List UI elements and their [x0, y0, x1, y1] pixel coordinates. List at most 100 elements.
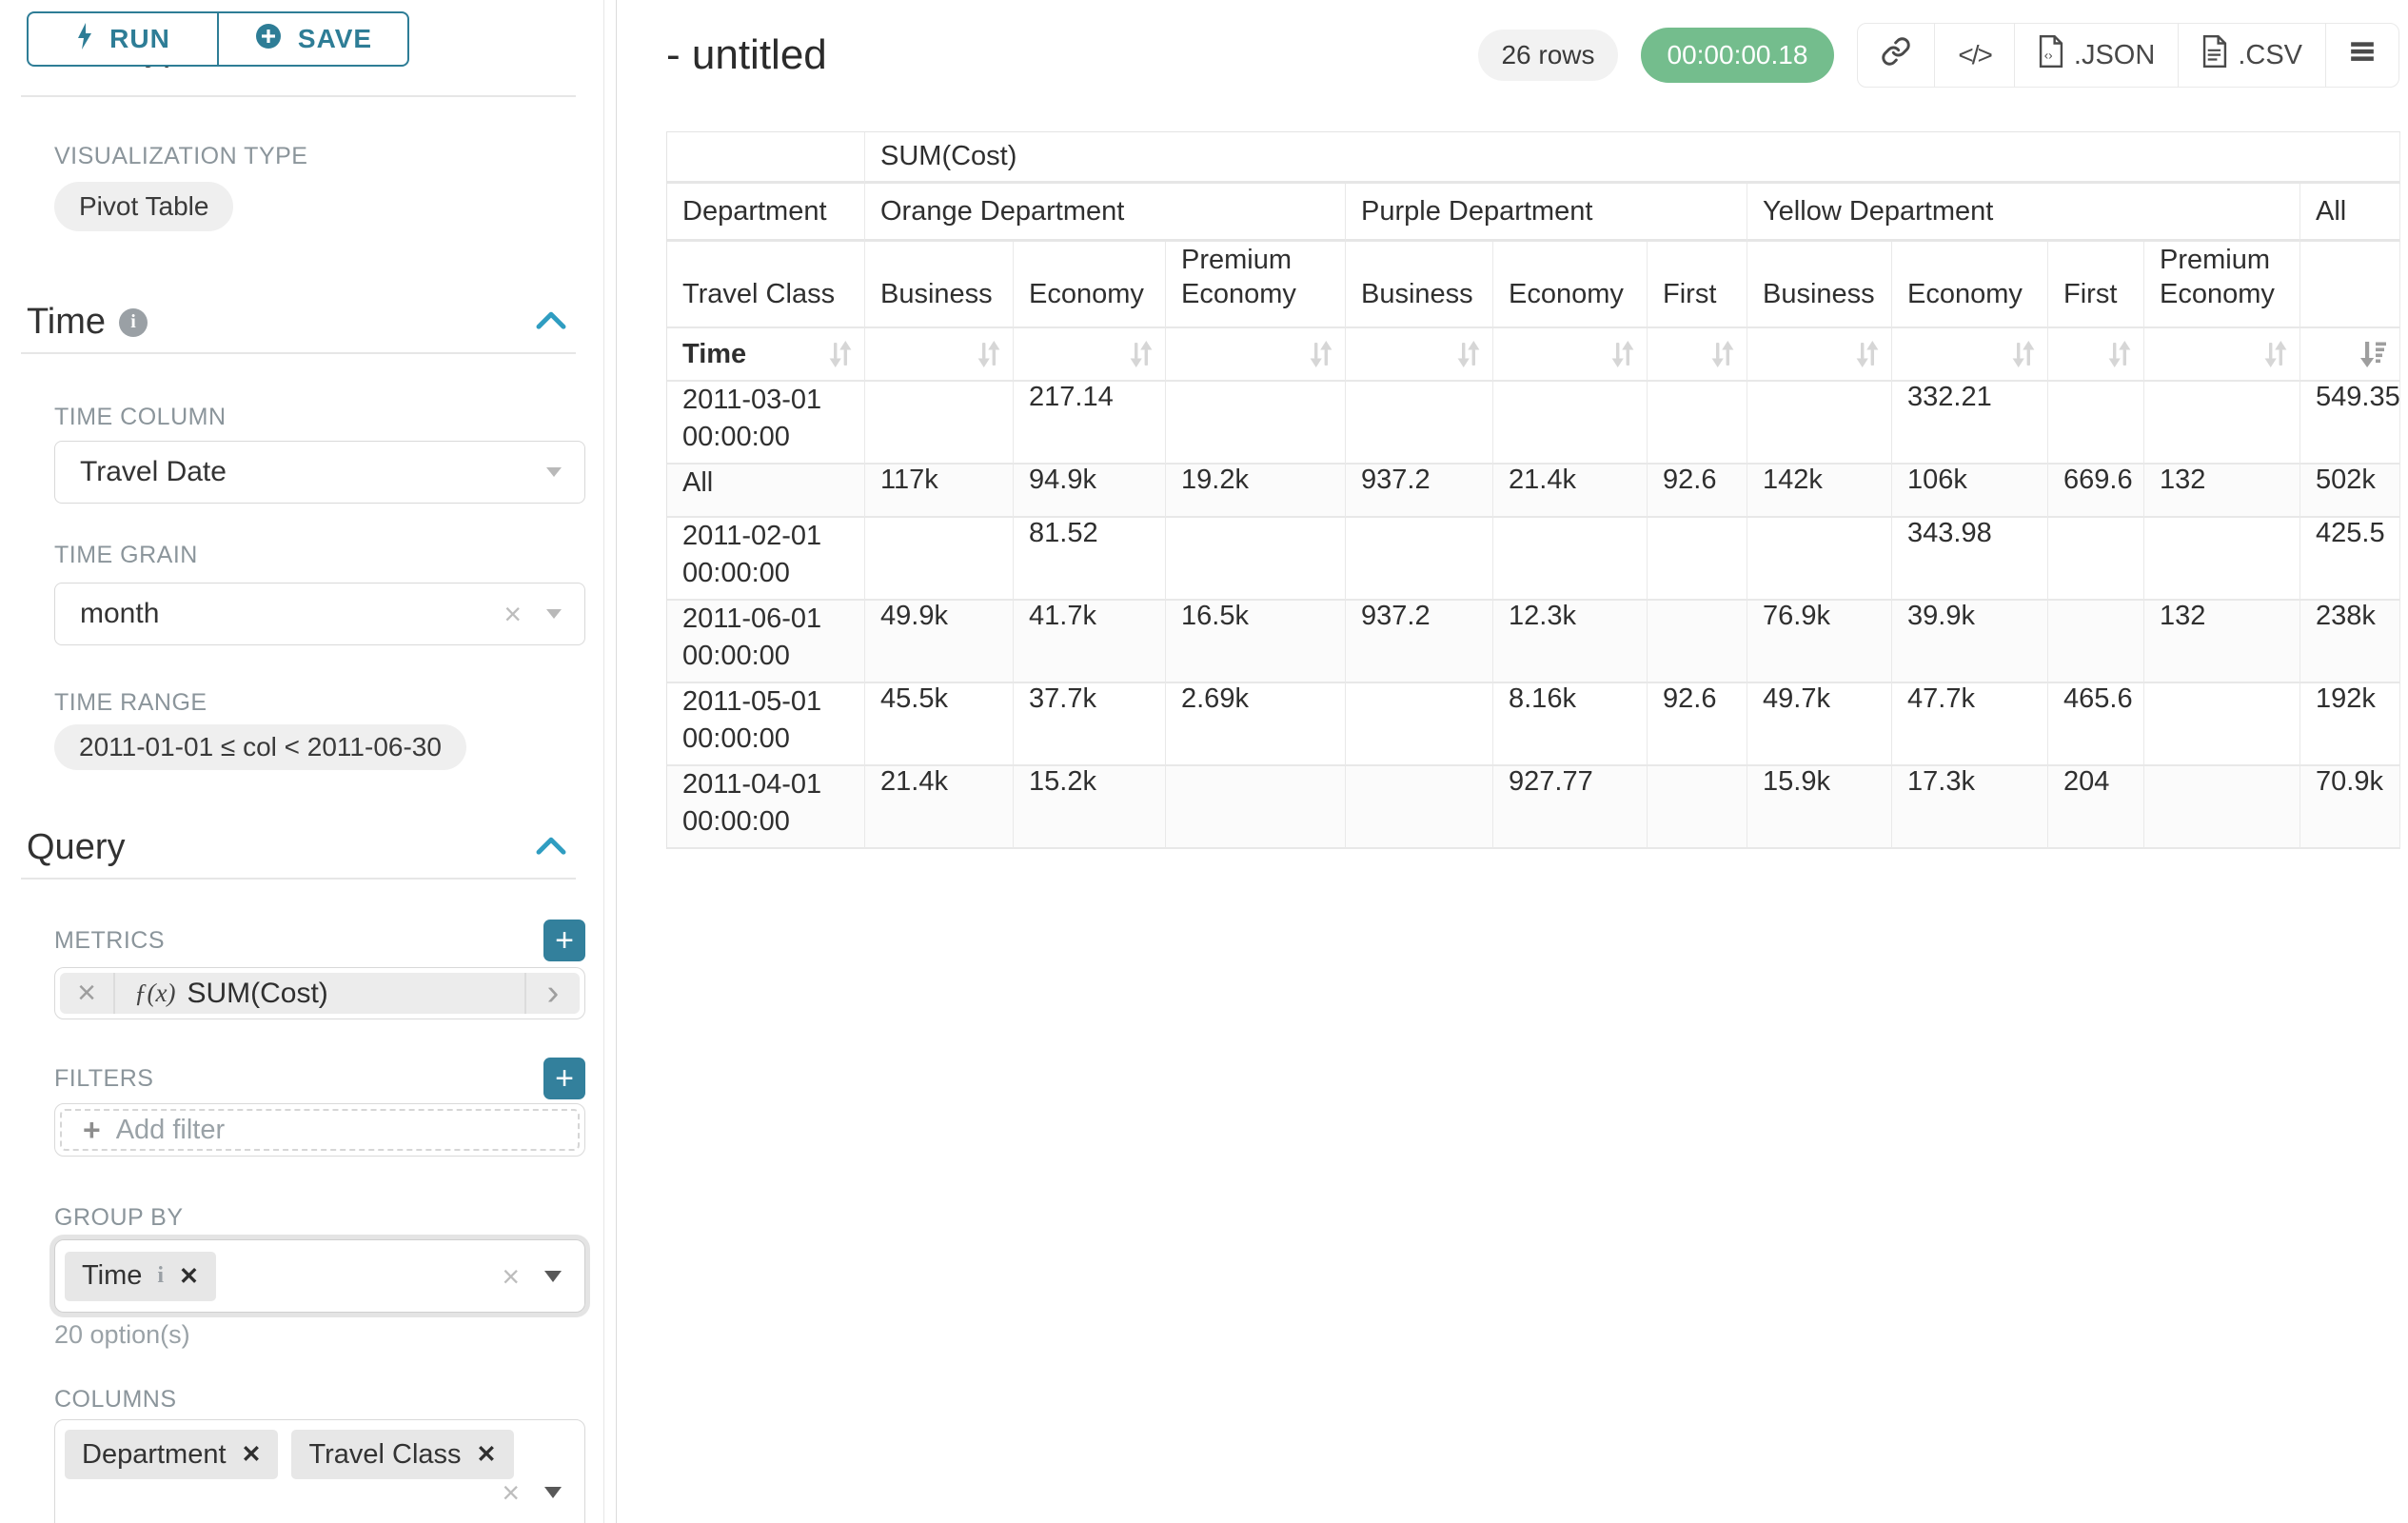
- pivot-row: All117k94.9k19.2k937.221.4k92.6142k106k6…: [667, 465, 2400, 518]
- remove-tag-icon[interactable]: ✕: [477, 1440, 497, 1469]
- sort-header[interactable]: [865, 328, 1014, 382]
- export-csv-button[interactable]: .CSV: [2178, 24, 2325, 87]
- svg-text:‹›: ‹›: [2044, 49, 2053, 63]
- run-button[interactable]: RUN: [27, 11, 218, 67]
- time-column-label: TIME COLUMN: [54, 404, 585, 431]
- pivot-cell: 21.4k: [865, 766, 1014, 849]
- sort-header[interactable]: [1747, 328, 1892, 382]
- time-grain-select[interactable]: month ×: [54, 583, 585, 645]
- sort-header[interactable]: [2144, 328, 2300, 382]
- more-options-button[interactable]: [2325, 24, 2398, 87]
- section-divider: [21, 878, 576, 880]
- sort-desc-header[interactable]: [2300, 328, 2400, 382]
- pivot-row-label: 2011-02-01 00:00:00: [667, 518, 865, 601]
- filters-label: FILTERS: [54, 1065, 153, 1093]
- export-button-group: </> ‹› .JSON .CSV: [1857, 23, 2399, 88]
- department-group-header: Yellow Department: [1747, 184, 2300, 242]
- info-icon: i: [119, 308, 148, 337]
- code-icon: </>: [1958, 40, 1990, 70]
- pivot-cell: 142k: [1747, 465, 1892, 518]
- metric-option[interactable]: × ƒ(x) SUM(Cost) ›: [60, 973, 580, 1014]
- pivot-cell: 92.6: [1648, 683, 1747, 766]
- filters-control: + Add filter: [54, 1103, 585, 1157]
- pivot-row-label: 2011-03-01 00:00:00: [667, 382, 865, 465]
- row-dimension-sort-header[interactable]: Time: [667, 328, 865, 382]
- metric-header-cell: SUM(Cost): [865, 132, 2400, 184]
- sort-header[interactable]: [1648, 328, 1747, 382]
- travel-class-dimension-label: Travel Class: [667, 242, 865, 328]
- pivot-cell: 49.7k: [1747, 683, 1892, 766]
- sort-header[interactable]: [1014, 328, 1166, 382]
- pivot-cell: 8.16k: [1493, 683, 1648, 766]
- superset-explore-view: Chart Type RUN SAVE: [0, 0, 2408, 1523]
- chart-title[interactable]: - untitled: [666, 31, 827, 79]
- travel-class-header: Premium Economy: [1166, 242, 1346, 328]
- pivot-row-label: 2011-05-01 00:00:00: [667, 683, 865, 766]
- chart-panel: - untitled 26 rows 00:00:00.18 </>: [618, 0, 2408, 1523]
- pivot-row-label: 2011-06-01 00:00:00: [667, 601, 865, 683]
- travel-class-header: Business: [865, 242, 1014, 328]
- columns-label: COLUMNS: [54, 1386, 585, 1414]
- remove-tag-icon[interactable]: ✕: [242, 1440, 262, 1469]
- add-filter-button[interactable]: +: [543, 1058, 585, 1099]
- menu-icon: [2349, 38, 2376, 72]
- travel-class-header: First: [1648, 242, 1747, 328]
- travel-class-header: Economy: [1014, 242, 1166, 328]
- pivot-cell: 465.6: [2048, 683, 2144, 766]
- department-dimension-label: Department: [667, 184, 865, 242]
- group-by-tag: Time i ✕: [65, 1252, 216, 1301]
- pivot-cell: 81.52: [1014, 518, 1166, 601]
- chevron-up-icon[interactable]: [534, 307, 568, 337]
- department-group-header: All: [2300, 184, 2400, 242]
- metric-name: SUM(Cost): [187, 978, 327, 1010]
- pivot-cell: 70.9k: [2300, 766, 2400, 849]
- sort-header[interactable]: [1166, 328, 1346, 382]
- share-link-button[interactable]: [1858, 24, 1934, 87]
- chevron-right-icon[interactable]: ›: [524, 973, 580, 1014]
- sort-header[interactable]: [1493, 328, 1648, 382]
- metrics-control: × ƒ(x) SUM(Cost) ›: [54, 967, 585, 1019]
- pivot-row: 2011-03-01 00:00:00217.14332.21549.35: [667, 382, 2400, 465]
- pivot-cell: [1648, 382, 1747, 465]
- time-column-select[interactable]: Travel Date: [54, 441, 585, 504]
- pivot-cell: [1648, 518, 1747, 601]
- remove-tag-icon[interactable]: ✕: [179, 1262, 199, 1291]
- group-by-select[interactable]: Time i ✕ ×: [54, 1239, 585, 1313]
- pivot-cell: 76.9k: [1747, 601, 1892, 683]
- pivot-cell: [2048, 382, 2144, 465]
- remove-metric-icon[interactable]: ×: [60, 973, 115, 1014]
- clear-icon[interactable]: ×: [502, 1261, 520, 1292]
- columns-select[interactable]: Department ✕ Travel Class ✕ ×: [54, 1419, 585, 1523]
- pivot-cell: [1648, 766, 1747, 849]
- sort-header[interactable]: [1892, 328, 2048, 382]
- pivot-cell: 21.4k: [1493, 465, 1648, 518]
- viz-type-pill[interactable]: Pivot Table: [54, 182, 233, 231]
- time-range-pill[interactable]: 2011-01-01 ≤ col < 2011-06-30: [54, 724, 466, 770]
- save-button[interactable]: SAVE: [218, 11, 409, 67]
- pivot-cell: [2144, 518, 2300, 601]
- export-json-button[interactable]: ‹› .JSON: [2014, 24, 2178, 87]
- pivot-cell: 502k: [2300, 465, 2400, 518]
- pivot-row-label: 2011-04-01 00:00:00: [667, 766, 865, 849]
- add-filter-dropzone[interactable]: + Add filter: [60, 1109, 580, 1151]
- row-count-badge: 26 rows: [1478, 30, 1617, 81]
- clear-icon[interactable]: ×: [503, 599, 522, 629]
- sort-header[interactable]: [2048, 328, 2144, 382]
- pivot-cell: [1648, 601, 1747, 683]
- pivot-row: 2011-05-01 00:00:0045.5k37.7k2.69k8.16k9…: [667, 683, 2400, 766]
- pivot-cell: 49.9k: [865, 601, 1014, 683]
- chevron-up-icon[interactable]: [534, 833, 568, 862]
- sidebar-scrollbar[interactable]: [603, 0, 616, 1523]
- pivot-cell: [1747, 518, 1892, 601]
- pivot-cell: 343.98: [1892, 518, 2048, 601]
- add-metric-button[interactable]: +: [543, 920, 585, 961]
- caret-down-icon: [546, 609, 562, 619]
- clear-icon[interactable]: ×: [502, 1477, 520, 1508]
- caret-down-icon: [544, 1271, 562, 1282]
- embed-code-button[interactable]: </>: [1934, 24, 2013, 87]
- sort-header[interactable]: [1346, 328, 1493, 382]
- pivot-cell: 2.69k: [1166, 683, 1346, 766]
- pivot-cell: [2144, 766, 2300, 849]
- pivot-cell: 332.21: [1892, 382, 2048, 465]
- pivot-cell: 549.35: [2300, 382, 2400, 465]
